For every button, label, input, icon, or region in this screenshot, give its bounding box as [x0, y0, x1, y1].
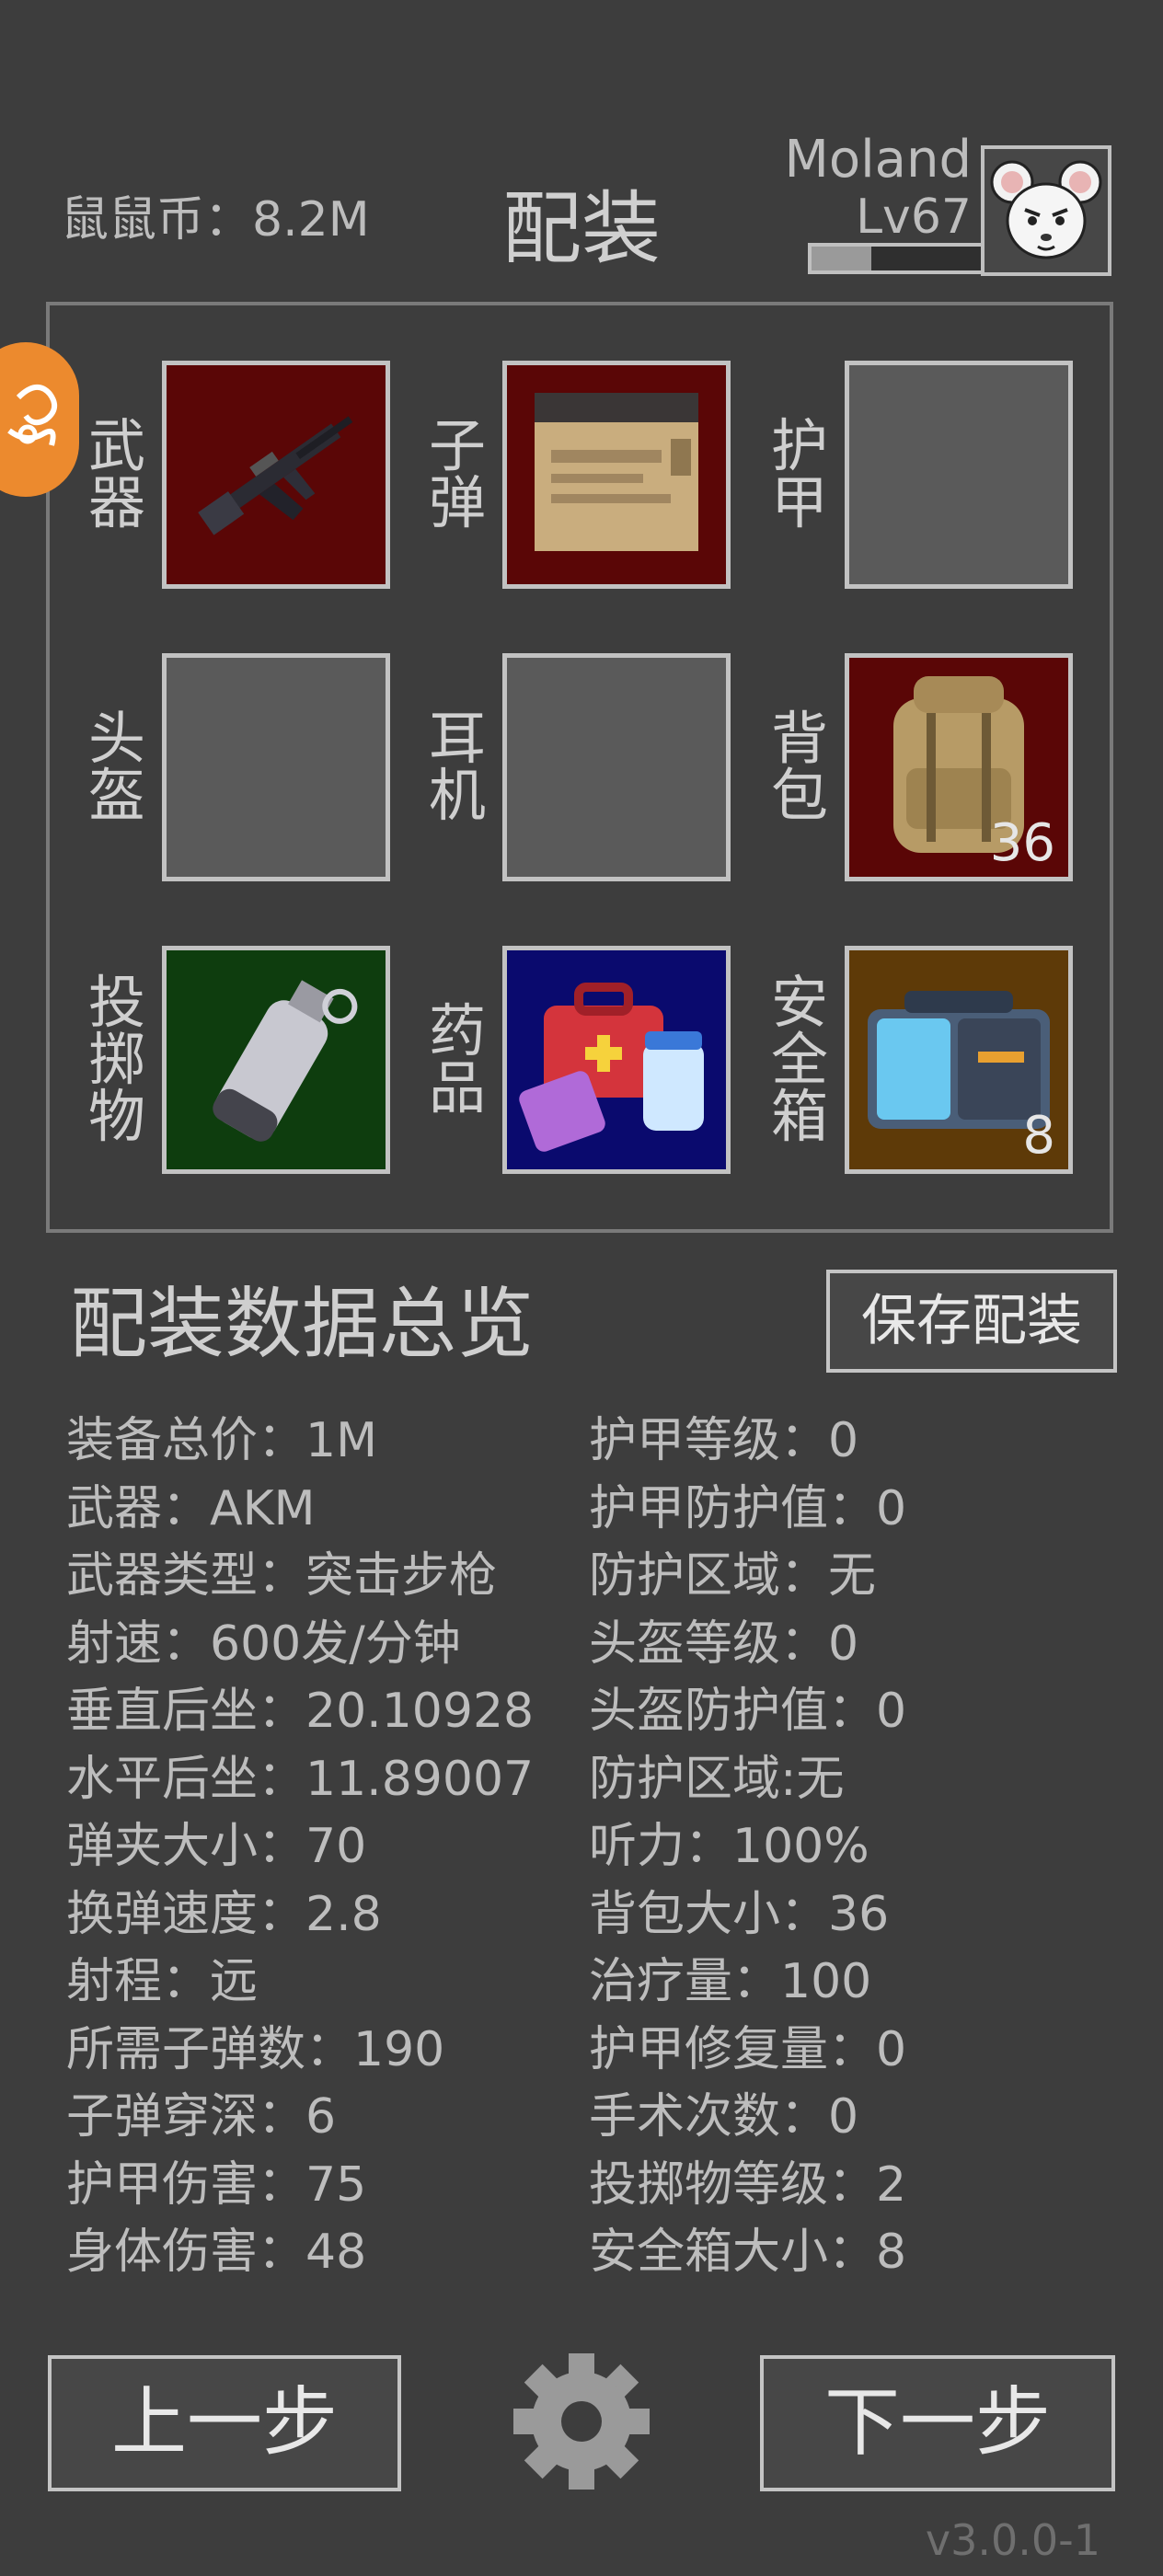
stat-line: 护甲伤害：75	[66, 2156, 367, 2213]
user-level: Lv67	[856, 190, 972, 245]
stat-line: 换弹速度：2.8	[66, 1886, 382, 1942]
prev-step-button[interactable]: 上一步	[48, 2355, 401, 2491]
ammo-box-icon	[507, 365, 726, 588]
rifle-icon	[167, 365, 386, 588]
equipment-slot[interactable]	[845, 361, 1073, 589]
stat-line: 子弹穿深：6	[66, 2089, 337, 2145]
stat-line: 护甲等级：0	[589, 1413, 859, 1468]
xp-progress-fill	[812, 247, 872, 270]
mouse-avatar-icon	[990, 160, 1102, 259]
stat-line: 垂直后坐：20.10928	[66, 1684, 535, 1739]
slot-label: 安全箱	[770, 969, 828, 1150]
equipment-slot[interactable]	[162, 946, 390, 1174]
stat-line: 头盔防护值：0	[589, 1684, 907, 1739]
next-step-button[interactable]: 下一步	[760, 2355, 1115, 2491]
equipment-slot[interactable]	[502, 653, 731, 881]
stat-line: 投掷物等级：2	[589, 2156, 907, 2213]
stat-line: 手术次数：0	[589, 2089, 859, 2145]
equipment-slot[interactable]	[502, 361, 731, 589]
stat-line: 背包大小：36	[589, 1886, 890, 1942]
slot-label: 投掷物	[87, 969, 145, 1150]
gear-icon	[513, 2353, 650, 2490]
stat-line: 治疗量：100	[589, 1954, 872, 2009]
slot-label: 护甲	[770, 412, 828, 536]
slot-label: 子弹	[428, 412, 486, 536]
stat-line: 头盔等级：0	[589, 1616, 859, 1672]
stat-line: 射程：远	[66, 1954, 259, 2009]
stat-line: 防护区域:无	[589, 1751, 845, 1807]
stat-line: 水平后坐：11.89007	[66, 1751, 535, 1807]
stat-line: 射速：600发/分钟	[66, 1616, 461, 1672]
stat-line: 安全箱大小：8	[589, 2225, 907, 2280]
stat-line: 弹夹大小：70	[66, 1819, 367, 1874]
slot-label: 药品	[428, 997, 486, 1121]
stat-line: 装备总价：1M	[66, 1413, 377, 1468]
equipment-slot[interactable]: 8	[845, 946, 1073, 1174]
stat-line: 武器类型：突击步枪	[66, 1548, 498, 1604]
stat-line: 护甲修复量：0	[589, 2021, 907, 2077]
stat-line: 防护区域：无	[589, 1548, 877, 1604]
grenade-icon	[167, 950, 386, 1173]
medkit-icon	[507, 950, 726, 1173]
equipment-slot[interactable]	[502, 946, 731, 1174]
slot-label: 背包	[770, 705, 828, 829]
xp-progress-bar	[808, 243, 986, 274]
version-label: v3.0.0-1	[925, 2515, 1100, 2565]
stat-line: 护甲防护值：0	[589, 1480, 907, 1536]
stat-line: 武器：AKM	[66, 1480, 316, 1536]
item-count: 8	[1022, 1106, 1055, 1166]
slot-label: 头盔	[87, 705, 145, 829]
equipment-slot[interactable]: 36	[845, 653, 1073, 881]
slot-label: 耳机	[428, 705, 486, 829]
equipment-slot[interactable]	[162, 653, 390, 881]
username: Moland	[784, 130, 973, 190]
stat-line: 所需子弹数：190	[66, 2021, 445, 2077]
avatar[interactable]	[981, 145, 1111, 276]
stat-line: 身体伤害：48	[66, 2225, 367, 2280]
floating-assistant-button[interactable]	[0, 342, 79, 497]
settings-button[interactable]	[512, 2352, 651, 2491]
slot-label: 武器	[87, 412, 145, 536]
save-loadout-button[interactable]: 保存配装	[826, 1270, 1117, 1373]
stat-line: 听力：100%	[589, 1819, 869, 1874]
item-count: 36	[989, 813, 1055, 873]
equipment-slot[interactable]	[162, 361, 390, 589]
overview-title: 配装数据总览	[70, 1279, 535, 1369]
swirl-icon	[7, 385, 58, 446]
